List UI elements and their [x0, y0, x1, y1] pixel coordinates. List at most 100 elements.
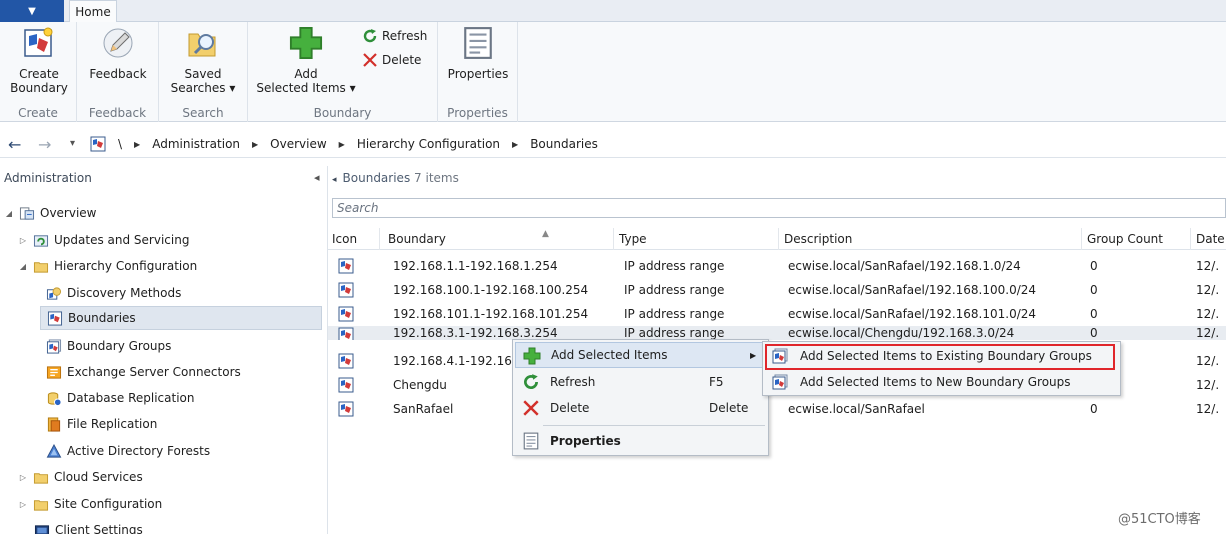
tree-item-updates-and-servicing[interactable]: ▷ Updates and Servicing: [18, 228, 190, 252]
forward-arrow-icon[interactable]: →: [38, 135, 51, 154]
column-header-type[interactable]: Type: [615, 228, 779, 250]
breadcrumb-administration[interactable]: Administration: [152, 137, 240, 151]
cell-description: ecwise.local/SanRafael/192.168.101.0/24: [788, 307, 1037, 321]
menu-item-add-selected-items[interactable]: Add Selected Items ▶: [515, 342, 766, 368]
folder-icon: [33, 259, 49, 274]
column-header-description[interactable]: Description: [780, 228, 1082, 250]
ribbon-group-search: Saved Searches ▾ Search: [159, 22, 248, 122]
tree-item-label: Discovery Methods: [67, 286, 182, 300]
collapse-triangle-icon[interactable]: ◢: [18, 262, 28, 271]
history-dropdown-icon[interactable]: ▾: [70, 138, 75, 149]
expand-triangle-icon[interactable]: ▷: [18, 473, 28, 482]
content-title-expander-icon[interactable]: ◂: [332, 175, 337, 185]
menu-separator: [543, 425, 765, 426]
collapse-triangle-icon[interactable]: ◢: [4, 209, 14, 218]
add-selected-items-label-1: Add: [294, 67, 318, 81]
cell-boundary: 192.168.100.1-192.168.100.254: [393, 283, 589, 297]
column-header-boundary[interactable]: ▲ Boundary: [384, 228, 614, 250]
cell-group-count: 0: [1090, 259, 1098, 273]
delete-x-icon: [522, 399, 540, 417]
tree-item-overview[interactable]: ◢ Overview: [4, 201, 97, 225]
menu-item-refresh[interactable]: Refresh F5: [515, 369, 766, 395]
menu-item-properties[interactable]: Properties: [515, 428, 766, 454]
cell-type: IP address range: [624, 283, 725, 297]
feedback-button[interactable]: Feedback: [87, 26, 149, 81]
back-arrow-icon[interactable]: ←: [8, 135, 21, 154]
refresh-icon: [522, 373, 540, 391]
menu-item-delete[interactable]: Delete Delete: [515, 395, 766, 421]
tab-home[interactable]: Home: [69, 0, 117, 23]
file-replication-icon: [47, 416, 61, 432]
breadcrumb-separator-icon: ▶: [252, 139, 259, 149]
column-header-date[interactable]: Date: [1192, 228, 1226, 250]
table-row[interactable]: 192.168.100.1-192.168.100.254 IP address…: [328, 278, 1226, 302]
tree-item-database-replication[interactable]: Database Replication: [46, 386, 194, 410]
create-boundary-label-1: Create: [19, 67, 59, 81]
column-header-label: Boundary: [388, 232, 446, 246]
column-header-group-count[interactable]: Group Count: [1083, 228, 1191, 250]
menu-item-label: Add Selected Items: [551, 348, 668, 362]
menu-item-label: Delete: [550, 401, 590, 415]
app-menu-button[interactable]: ▼: [0, 0, 64, 22]
cell-type: IP address range: [624, 259, 725, 273]
content-title: ◂ Boundaries 7 items: [332, 171, 459, 185]
menu-item-add-to-existing-boundary-groups[interactable]: Add Selected Items to Existing Boundary …: [765, 344, 1115, 370]
tree-item-label: Boundary Groups: [67, 339, 172, 353]
cell-description: ecwise.local/SanRafael/192.168.1.0/24: [788, 259, 1021, 273]
add-selected-items-button[interactable]: Add Selected Items ▾: [256, 26, 356, 95]
properties-icon: [522, 432, 540, 450]
collapse-pane-icon[interactable]: ◂: [314, 171, 320, 184]
tree-item-hierarchy-configuration[interactable]: ◢ Hierarchy Configuration: [18, 254, 197, 278]
tree-item-discovery-methods[interactable]: Discovery Methods: [46, 281, 181, 305]
breadcrumb-overview[interactable]: Overview: [270, 137, 327, 151]
menu-item-label: Add Selected Items to Existing Boundary …: [800, 349, 1092, 363]
tree-item-boundaries[interactable]: Boundaries: [40, 306, 322, 330]
create-boundary-button[interactable]: Create Boundary: [8, 26, 70, 95]
address-bar: ← → ▾ \ ▶ Administration ▶ Overview ▶ Hi…: [0, 130, 1226, 158]
cell-date: 12/.: [1196, 326, 1220, 340]
column-header-icon[interactable]: Icon: [328, 228, 380, 250]
expand-triangle-icon[interactable]: ▷: [18, 236, 28, 245]
table-row[interactable]: SanRafael ecwise.local/SanRafael 0 12/.: [328, 397, 1226, 421]
refresh-icon: [362, 28, 378, 44]
ribbon-delete-button[interactable]: Delete: [362, 52, 421, 68]
tree-item-boundary-groups[interactable]: Boundary Groups: [46, 334, 171, 358]
boundary-icon: [338, 282, 354, 298]
list-title: Boundaries: [342, 171, 411, 185]
tree-item-exchange-server-connectors[interactable]: Exchange Server Connectors: [46, 360, 241, 384]
properties-button[interactable]: Properties: [446, 26, 510, 81]
cell-date: 12/.: [1196, 354, 1220, 368]
ribbon-group-properties: Properties Properties: [438, 22, 518, 122]
expand-triangle-icon[interactable]: ▷: [18, 500, 28, 509]
table-row[interactable]: 192.168.3.1-192.168.3.254 IP address ran…: [328, 326, 1226, 340]
tree-item-file-replication[interactable]: File Replication: [46, 412, 157, 436]
delete-x-icon: [362, 52, 378, 68]
boundary-icon: [338, 306, 354, 322]
ribbon-group-label: Boundary: [313, 106, 372, 120]
sort-up-icon: ▲: [542, 229, 549, 239]
ribbon-refresh-button[interactable]: Refresh: [362, 28, 427, 44]
green-plus-icon: [289, 26, 323, 60]
table-row[interactable]: 192.168.1.1-192.168.1.254 IP address ran…: [328, 254, 1226, 278]
saved-searches-button[interactable]: Saved Searches ▾: [169, 26, 237, 95]
breadcrumb-root[interactable]: \: [118, 137, 122, 151]
boundary-icon: [90, 136, 106, 152]
cell-group-count: 0: [1090, 402, 1098, 416]
boundary-icon: [338, 401, 354, 417]
ribbon-tab-bar: ▼ Home: [0, 0, 1226, 23]
cell-date: 12/.: [1196, 307, 1220, 321]
ribbon-group-label: Feedback: [88, 106, 147, 120]
tree-item-site-configuration[interactable]: ▷ Site Configuration: [18, 492, 162, 516]
search-input[interactable]: Search: [332, 198, 1226, 218]
tree-item-cloud-services[interactable]: ▷ Cloud Services: [18, 465, 143, 489]
cell-boundary: SanRafael: [393, 402, 454, 416]
breadcrumb-hierarchy-configuration[interactable]: Hierarchy Configuration: [357, 137, 500, 151]
client-settings-icon: [34, 524, 50, 534]
table-row[interactable]: 192.168.101.1-192.168.101.254 IP address…: [328, 302, 1226, 326]
breadcrumb-boundaries[interactable]: Boundaries: [530, 137, 598, 151]
menu-item-add-to-new-boundary-groups[interactable]: Add Selected Items to New Boundary Group…: [765, 370, 1115, 394]
tree-item-active-directory-forests[interactable]: Active Directory Forests: [46, 439, 210, 463]
cell-type: IP address range: [624, 326, 725, 340]
tree-item-client-settings[interactable]: Client Settings: [34, 518, 143, 534]
item-count: 7 items: [414, 171, 459, 185]
